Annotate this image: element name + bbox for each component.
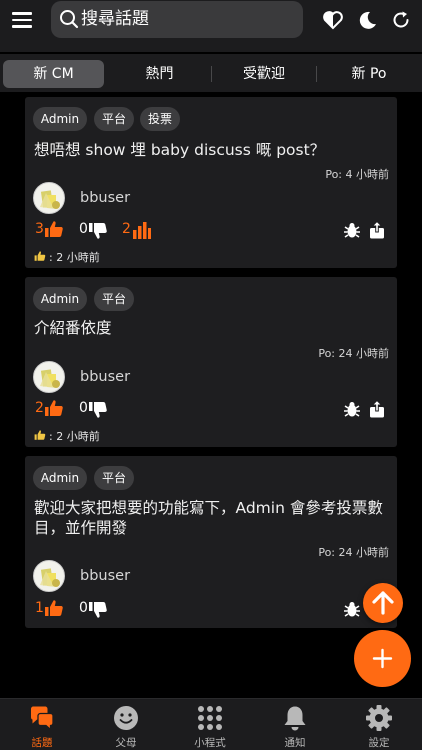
nav-notifications[interactable]: 通知 [253,699,337,750]
heart-icon[interactable] [322,9,344,31]
thumbs-down-icon[interactable] [88,600,108,620]
like-count: 2 [35,400,44,416]
vote-count: 2 [122,221,131,237]
nav-label: 父母 [115,737,137,749]
bell-icon [284,706,306,731]
thumbs-down-icon[interactable] [88,221,108,241]
smiley-face-icon [114,706,138,730]
post-title[interactable]: 想唔想 show 埋 baby discuss 嘅 post？ [34,140,392,160]
post-card[interactable]: Admin 平台 投票 想唔想 show 埋 baby discuss 嘅 po… [25,97,397,268]
username[interactable]: bbuser [80,568,130,584]
post-card[interactable]: Admin 平台 歡迎大家把想要的功能寫下，Admin 會參考投票數目，並作開發… [25,456,397,628]
tag-chip[interactable]: Admin [33,466,87,490]
tab-hot[interactable]: 熱門 [108,60,211,88]
top-bar: 搜尋話題 [0,0,422,52]
bug-report-icon[interactable] [343,600,361,618]
grid-dots-icon [198,706,222,730]
gear-icon [366,705,392,731]
username[interactable]: bbuser [80,190,130,206]
post-title[interactable]: 歡迎大家把想要的功能寫下，Admin 會參考投票數目，並作開發 [34,498,392,538]
nav-label: 話題 [31,737,53,749]
bottom-navigation: 話題 父母 小程式 通知 設定 [0,698,422,750]
avatar-image-icon [40,369,60,388]
tag-chip[interactable]: 平台 [94,107,134,131]
like-count: 1 [35,600,44,616]
bug-report-icon[interactable] [343,400,361,418]
liked-time: : 2 小時前 [34,428,100,444]
liked-time-text: : 2 小時前 [49,251,100,264]
plus-icon [372,648,393,669]
thumbs-up-icon[interactable] [44,398,64,418]
thumbs-up-icon[interactable] [44,219,64,239]
post-feed: Admin 平台 投票 想唔想 show 埋 baby discuss 嘅 po… [0,92,422,698]
tag-chip[interactable]: Admin [33,287,87,311]
dislike-count: 0 [79,400,88,416]
avatar[interactable] [33,182,65,214]
avatar[interactable] [33,560,65,592]
search-bar[interactable]: 搜尋話題 [51,1,303,38]
nav-settings[interactable]: 設定 [337,699,421,750]
dislike-count: 0 [79,221,88,237]
menu-icon[interactable] [12,12,32,28]
tag-chip[interactable]: 投票 [140,107,180,131]
new-post-button[interactable] [354,630,411,687]
thumbs-up-icon [34,251,46,261]
arrow-up-icon [372,591,394,615]
post-card[interactable]: Admin 平台 介紹番依度 Po: 24 小時前 bbuser 2 0: 2… [25,277,397,447]
post-time: Po: 4 小時前 [325,168,389,181]
thumbs-up-icon[interactable] [44,598,64,618]
post-time: Po: 24 小時前 [318,347,389,360]
post-time: Po: 24 小時前 [318,546,389,559]
chat-bubbles-icon [31,706,54,731]
bar-chart-icon[interactable] [132,220,152,240]
refresh-icon[interactable] [390,9,412,31]
nav-label: 通知 [284,737,306,749]
nav-topics[interactable]: 話題 [0,699,84,750]
tab-new-po[interactable]: 新 Po [317,60,421,88]
tag-chip[interactable]: 平台 [94,287,134,311]
share-icon[interactable] [369,221,385,239]
nav-parents[interactable]: 父母 [84,699,168,750]
search-icon [60,10,79,29]
scroll-to-top-button[interactable] [363,583,403,623]
thumbs-down-icon[interactable] [88,400,108,420]
tab-new-cm[interactable]: 新 CM [3,60,104,88]
liked-time: : 2 小時前 [34,249,100,265]
like-count: 3 [35,221,44,237]
tag-chip[interactable]: 平台 [94,466,134,490]
liked-time-text: : 2 小時前 [49,430,100,443]
nav-mini-programs[interactable]: 小程式 [168,699,252,750]
username[interactable]: bbuser [80,369,130,385]
search-placeholder: 搜尋話題 [81,9,149,29]
moon-icon[interactable] [356,9,378,31]
dislike-count: 0 [79,600,88,616]
feed-tabs: 新 CM 熱門 受歡迎 新 Po [0,54,422,92]
tab-popular[interactable]: 受歡迎 [212,60,316,88]
share-icon[interactable] [369,400,385,418]
nav-label: 小程式 [194,737,226,749]
tag-chip[interactable]: Admin [33,107,87,131]
post-title[interactable]: 介紹番依度 [34,318,392,338]
nav-label: 設定 [368,737,390,749]
avatar-image-icon [40,190,60,209]
bug-report-icon[interactable] [343,221,361,239]
thumbs-up-icon [34,430,46,440]
avatar-image-icon [40,568,60,587]
avatar[interactable] [33,361,65,393]
